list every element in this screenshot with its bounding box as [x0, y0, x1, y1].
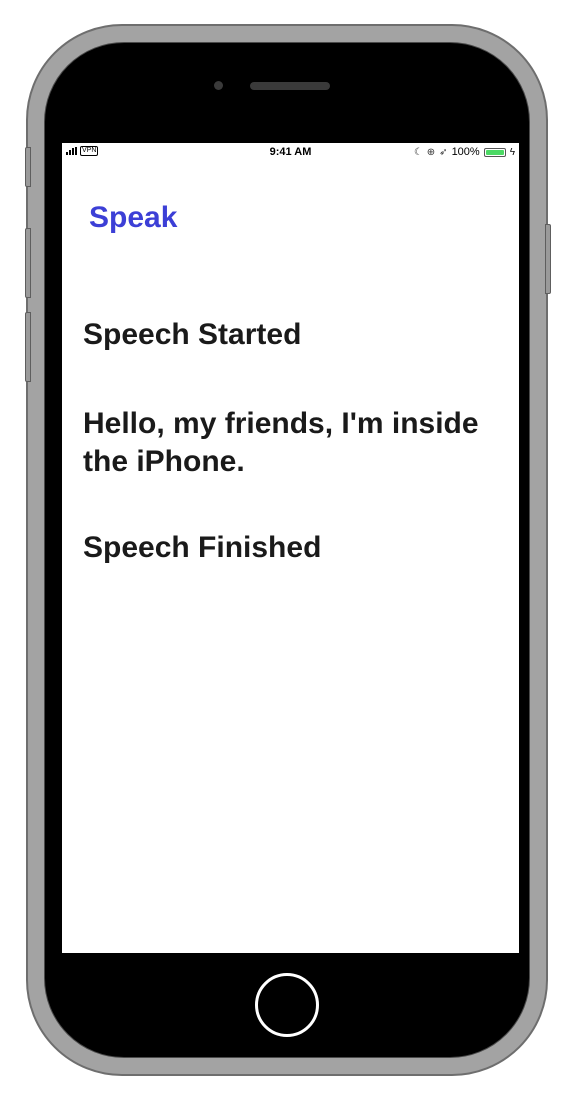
- speak-button[interactable]: Speak: [89, 201, 177, 235]
- earpiece-speaker: [250, 82, 330, 90]
- volume-up-button: [25, 228, 31, 298]
- charging-bolt-icon: ϟ: [509, 146, 515, 158]
- spoken-text-label: Hello, my friends, I'm inside the iPhone…: [83, 407, 479, 478]
- location-icon: ➶: [439, 146, 448, 158]
- power-button: [545, 224, 551, 294]
- battery-icon: [483, 147, 506, 157]
- speech-status-label: Speech Started: [83, 318, 302, 351]
- status-bar: VPN 9:41 AM ☾ ⊕ ➶ 100% ϟ: [62, 143, 519, 161]
- lock-rotation-icon: ⊕: [426, 146, 436, 158]
- status-right: ☾ ⊕ ➶ 100% ϟ: [414, 146, 515, 158]
- front-camera: [214, 81, 223, 90]
- volume-down-button: [25, 312, 31, 382]
- speech-finished-label: Speech Finished: [83, 531, 322, 564]
- battery-percent: 100%: [451, 146, 480, 158]
- screen: VPN 9:41 AM ☾ ⊕ ➶ 100% ϟ Speak Speech St…: [62, 143, 519, 953]
- moon-icon: ☾: [413, 146, 423, 158]
- mute-switch: [25, 147, 31, 187]
- home-button[interactable]: [255, 973, 319, 1037]
